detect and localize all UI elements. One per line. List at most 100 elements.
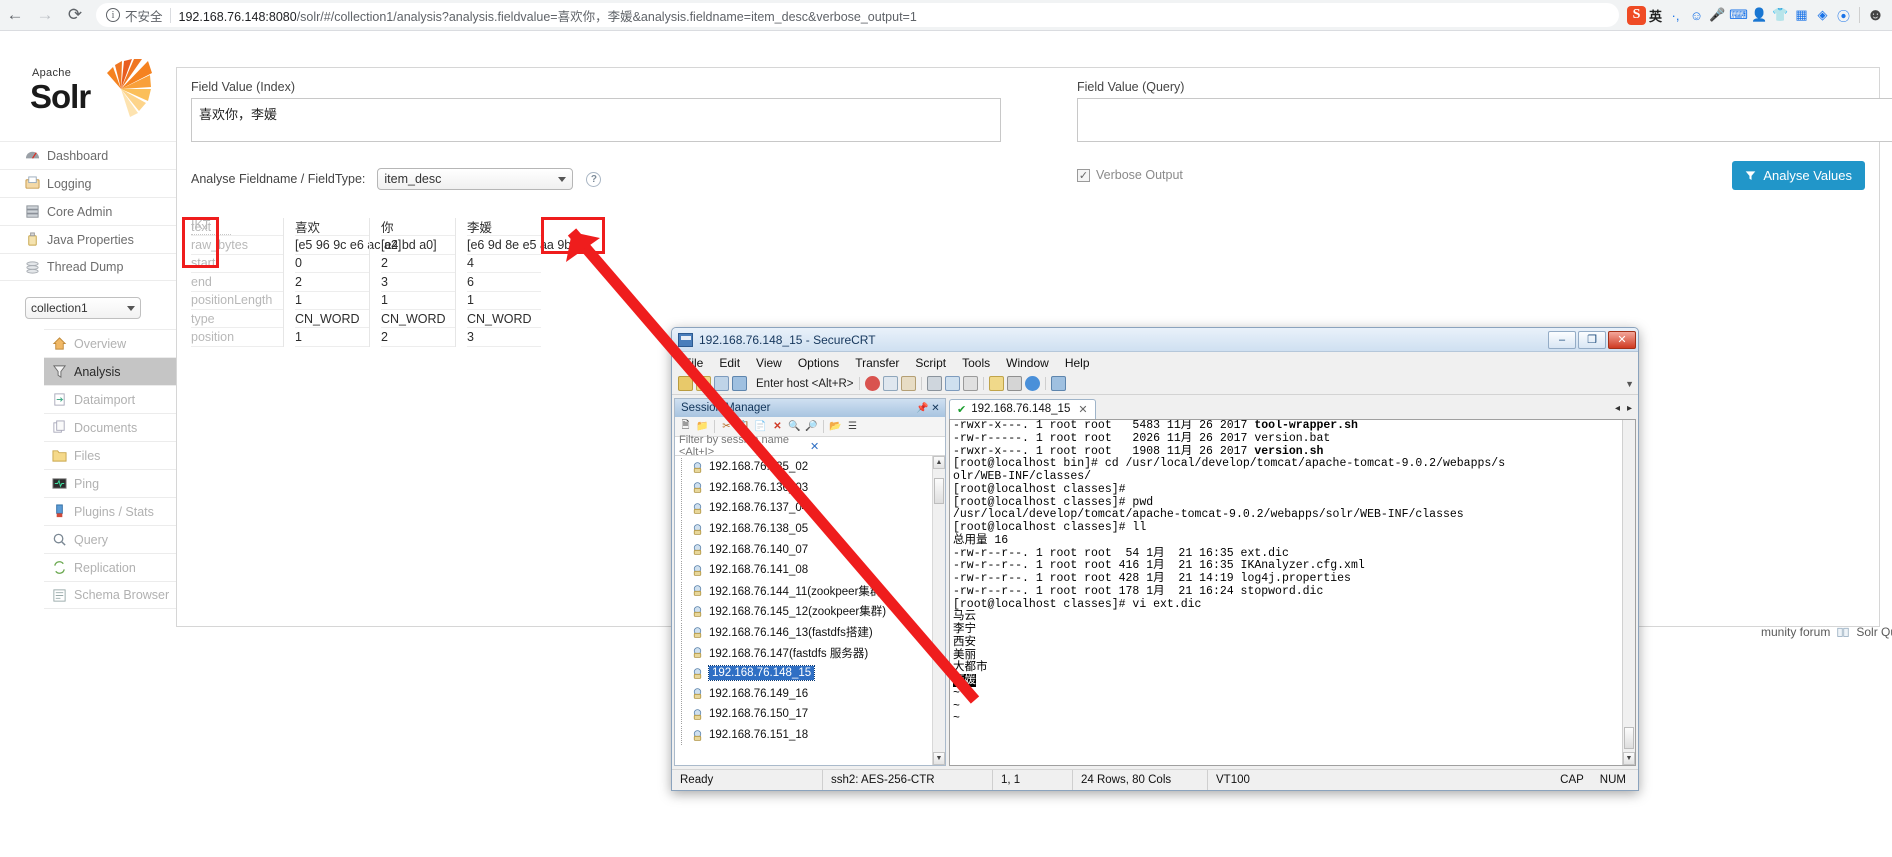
apps-icon[interactable]: ▦ bbox=[1791, 5, 1812, 26]
menu-script[interactable]: Script bbox=[915, 356, 946, 370]
extension-o-icon[interactable]: ⦿ bbox=[1833, 5, 1854, 26]
paste-icon[interactable]: 📄 bbox=[753, 419, 768, 434]
clear-filter-icon[interactable]: ✕ bbox=[810, 440, 941, 453]
scroll-down-icon[interactable]: ▼ bbox=[933, 752, 945, 765]
menu-help[interactable]: Help bbox=[1065, 356, 1090, 370]
sidebar-item-files[interactable]: Files bbox=[44, 441, 176, 469]
arrange-icon[interactable]: ☰ bbox=[845, 419, 860, 434]
host-entry-input[interactable]: Enter host <Alt+R> bbox=[756, 378, 854, 390]
close-button[interactable]: ✕ bbox=[1608, 330, 1636, 349]
contacts-icon[interactable]: 👤 bbox=[1749, 5, 1770, 26]
session-manager-icon[interactable] bbox=[714, 376, 729, 391]
address-bar[interactable]: i 不安全 192.168.76.148:8080/solr/#/collect… bbox=[96, 3, 1619, 27]
info-circle-icon[interactable]: i bbox=[106, 8, 120, 22]
session-filter-row[interactable]: Filter by session name <Alt+I> ✕ bbox=[675, 434, 945, 458]
scrollbar-thumb[interactable] bbox=[934, 478, 944, 504]
analyse-values-button[interactable]: Analyse Values bbox=[1732, 161, 1865, 190]
emoji-icon[interactable]: ☺ bbox=[1686, 5, 1707, 26]
list-item[interactable]: 192.168.76.150_17 bbox=[675, 704, 945, 725]
properties-icon[interactable]: 🔍 bbox=[787, 419, 802, 434]
find-icon[interactable]: 🔎 bbox=[804, 419, 819, 434]
sidebar-item-schema-browser[interactable]: Schema Browser bbox=[44, 581, 176, 609]
community-forum-link[interactable]: munity forum bbox=[1761, 625, 1830, 639]
comma-icon[interactable]: ·, bbox=[1665, 5, 1686, 26]
print-icon[interactable] bbox=[926, 376, 942, 391]
sidebar-item-plugins-stats[interactable]: Plugins / Stats bbox=[44, 497, 176, 525]
keyboard-icon[interactable]: ⌨ bbox=[1728, 5, 1749, 26]
new-folder-icon[interactable]: 📁 bbox=[695, 419, 710, 434]
menu-tools[interactable]: Tools bbox=[962, 356, 990, 370]
menu-transfer[interactable]: Transfer bbox=[855, 356, 899, 370]
open-folder-icon[interactable]: 📂 bbox=[828, 419, 843, 434]
sidebar-item-core-admin[interactable]: Core Admin bbox=[0, 197, 176, 225]
analyse-fieldname-select[interactable]: item_desc bbox=[377, 168, 574, 190]
ime-language-label[interactable]: 英 bbox=[1649, 6, 1662, 25]
copy-icon[interactable] bbox=[882, 376, 898, 391]
list-item[interactable]: 192.168.76.137_04 bbox=[675, 498, 945, 519]
minimize-button[interactable]: – bbox=[1548, 330, 1576, 349]
list-item[interactable]: 192.168.76.145_12(zookpeer集群) bbox=[675, 601, 945, 622]
reload-icon[interactable]: ⟳ bbox=[60, 0, 90, 30]
list-item-selected[interactable]: 192.168.76.148_15 bbox=[675, 662, 945, 684]
sidebar-item-dashboard[interactable]: Dashboard bbox=[0, 141, 176, 169]
delete-icon[interactable]: ✕ bbox=[770, 419, 785, 434]
scroll-down-icon[interactable]: ▼ bbox=[1623, 752, 1635, 765]
terminal-output[interactable]: -rwxr-x---. 1 root root 5483 11月 26 2017… bbox=[950, 420, 1622, 765]
help-icon[interactable] bbox=[1024, 376, 1040, 391]
menu-options[interactable]: Options bbox=[798, 356, 839, 370]
extension-d-icon[interactable]: ◈ bbox=[1812, 5, 1833, 26]
find-icon[interactable] bbox=[944, 376, 960, 391]
securecrt-window[interactable]: 192.168.76.148_15 - SecureCRT – ❐ ✕ File… bbox=[671, 327, 1639, 791]
sidebar-item-query[interactable]: Query bbox=[44, 525, 176, 553]
list-item[interactable]: 192.168.76.141_08 bbox=[675, 559, 945, 581]
field-value-index-input[interactable] bbox=[191, 98, 1001, 142]
connect-icon[interactable] bbox=[732, 376, 747, 391]
sidebar-item-documents[interactable]: Documents bbox=[44, 413, 176, 441]
terminal-output-wrap[interactable]: -rwxr-x---. 1 root root 5483 11月 26 2017… bbox=[949, 419, 1636, 766]
solr-logo[interactable]: Apache Solr bbox=[28, 59, 152, 121]
session-list-scrollbar[interactable]: ▲ ▼ bbox=[932, 456, 945, 765]
menu-window[interactable]: Window bbox=[1006, 356, 1049, 370]
sidebar-item-replication[interactable]: Replication bbox=[44, 553, 176, 581]
copy-icon[interactable]: 📋 bbox=[736, 419, 751, 434]
list-item[interactable]: 192.168.76.147(fastdfs 服务器) bbox=[675, 642, 945, 663]
list-item[interactable]: 192.168.76.140_07 bbox=[675, 539, 945, 560]
tab-next-icon[interactable]: ▸ bbox=[1627, 403, 1632, 414]
list-item[interactable]: 192.168.76.135_02 bbox=[675, 457, 945, 478]
tab-prev-icon[interactable]: ◂ bbox=[1615, 403, 1620, 414]
toolbar-overflow-icon[interactable]: ▼ bbox=[1625, 379, 1634, 389]
sidebar-item-analysis[interactable]: Analysis bbox=[44, 357, 176, 385]
sidebar-item-overview[interactable]: Overview bbox=[44, 329, 176, 357]
list-item[interactable]: 192.168.76.151_18 bbox=[675, 724, 945, 746]
scroll-up-icon[interactable]: ▲ bbox=[933, 456, 945, 469]
session-list[interactable]: 192.168.76.135_02 192.168.76.136_03 192.… bbox=[675, 456, 945, 765]
sidebar-item-java-properties[interactable]: Java Properties bbox=[0, 225, 176, 253]
sogou-ime-logo-icon[interactable]: S bbox=[1626, 5, 1646, 25]
list-item[interactable]: 192.168.76.144_11(zookpeer集群) bbox=[675, 580, 945, 602]
settings-icon[interactable] bbox=[1006, 376, 1022, 391]
menu-view[interactable]: View bbox=[756, 356, 782, 370]
menu-file[interactable]: File bbox=[684, 356, 703, 370]
skin-icon[interactable]: 👕 bbox=[1770, 5, 1791, 26]
sidebar-item-dataimport[interactable]: Dataimport bbox=[44, 385, 176, 413]
profile-avatar-icon[interactable]: ☻ bbox=[1865, 5, 1886, 26]
cut-icon[interactable]: ✂ bbox=[719, 419, 734, 434]
field-value-query-input[interactable] bbox=[1077, 98, 1892, 142]
close-icon[interactable]: ✕ bbox=[929, 402, 942, 415]
securecrt-titlebar[interactable]: 192.168.76.148_15 - SecureCRT – ❐ ✕ bbox=[672, 328, 1638, 352]
sidebar-item-ping[interactable]: Ping bbox=[44, 469, 176, 497]
new-session-icon[interactable]: 🗎 bbox=[678, 419, 693, 434]
maximize-button[interactable]: ❐ bbox=[1578, 330, 1606, 349]
new-session-icon[interactable] bbox=[678, 376, 693, 391]
menu-edit[interactable]: Edit bbox=[719, 356, 740, 370]
tab-close-icon[interactable]: ✕ bbox=[1078, 403, 1087, 416]
tile-windows-icon[interactable] bbox=[1050, 376, 1066, 391]
list-item[interactable]: 192.168.76.138_05 bbox=[675, 518, 945, 540]
solr-query-syntax-link[interactable]: Solr Query Syntax bbox=[1856, 625, 1892, 639]
help-question-icon[interactable]: ? bbox=[586, 171, 602, 187]
microphone-icon[interactable]: 🎤 bbox=[1707, 5, 1728, 26]
verbose-output-checkbox[interactable]: ✓ bbox=[1077, 168, 1090, 182]
scrollbar-thumb[interactable] bbox=[1624, 727, 1634, 749]
list-item[interactable]: 192.168.76.149_16 bbox=[675, 683, 945, 705]
cut-icon[interactable] bbox=[864, 376, 880, 391]
